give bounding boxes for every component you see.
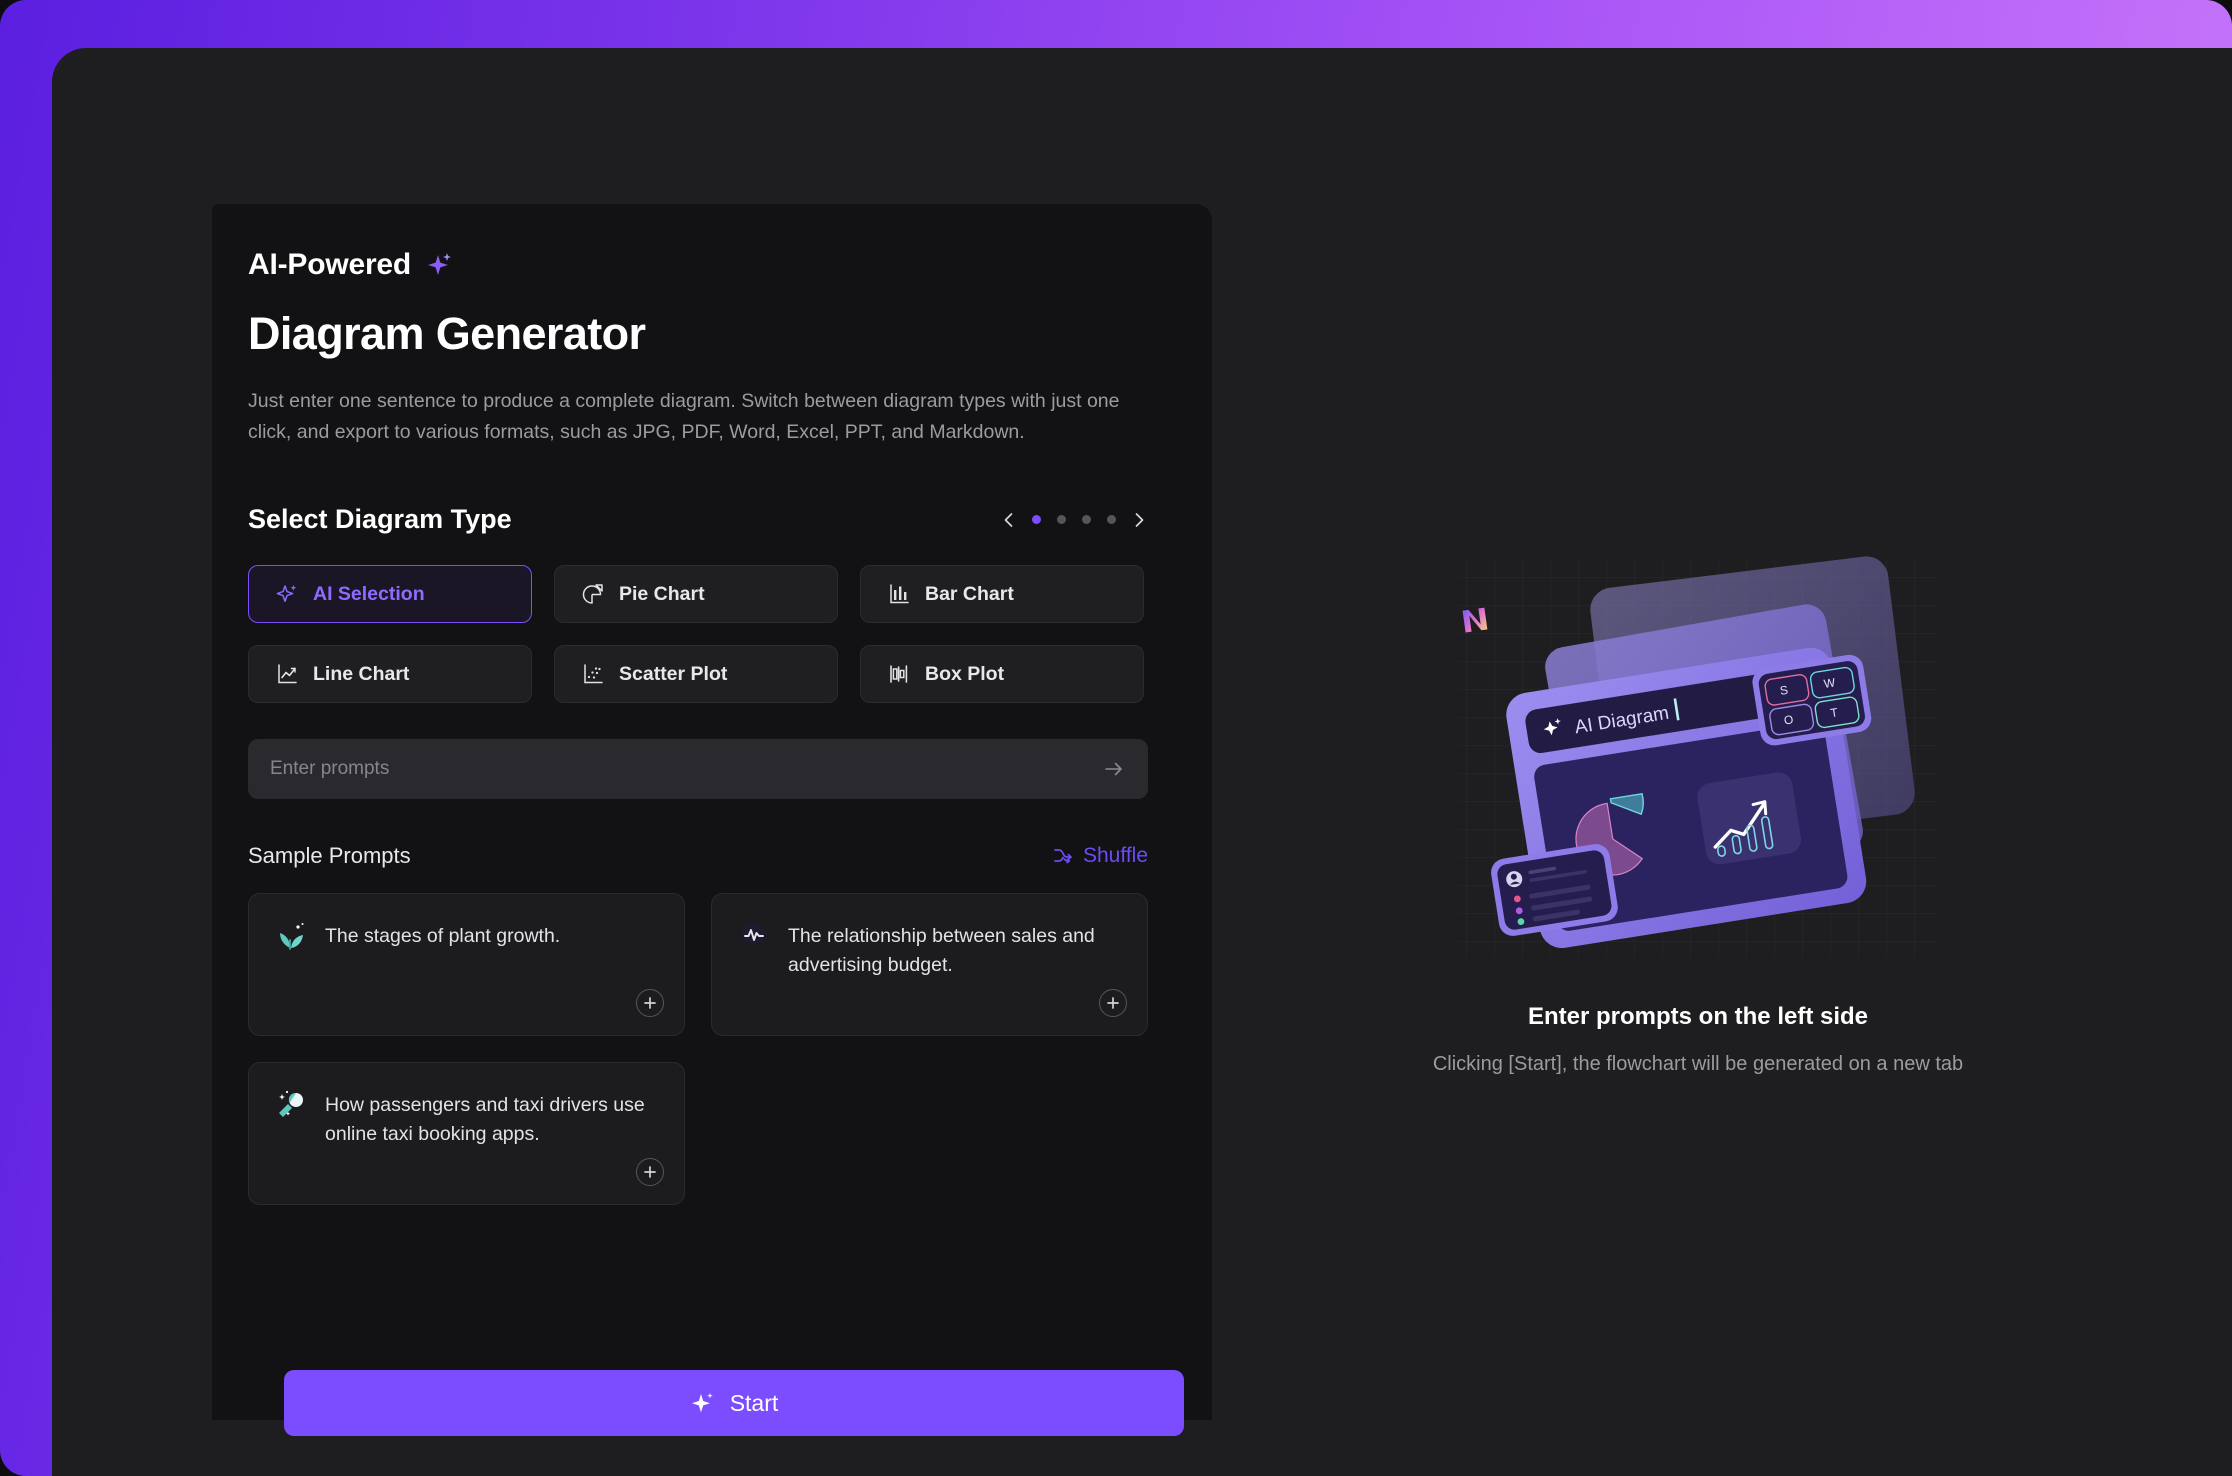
carousel-dot-4[interactable] xyxy=(1107,515,1116,524)
diagram-type-label: Line Chart xyxy=(313,662,410,685)
diagram-type-line-chart[interactable]: Line Chart xyxy=(248,645,532,703)
right-panel-subtitle: Clicking [Start], the flowchart will be … xyxy=(1432,1052,1964,1075)
prompt-input-container[interactable] xyxy=(248,739,1148,799)
sparkle-icon xyxy=(275,582,299,606)
diagram-type-pie-chart[interactable]: Pie Chart xyxy=(554,565,838,623)
start-button[interactable]: Start xyxy=(284,1370,1184,1436)
shuffle-button[interactable]: Shuffle xyxy=(1052,844,1148,868)
diagram-type-label: Box Plot xyxy=(925,662,1005,685)
pie-chart-icon xyxy=(581,582,605,606)
plus-circle-icon[interactable] xyxy=(636,989,664,1017)
diagram-type-label: Bar Chart xyxy=(925,582,1014,605)
diagram-type-ai-selection[interactable]: AI Selection xyxy=(248,565,532,623)
right-panel-title: Enter prompts on the left side xyxy=(1527,1002,1869,1030)
sample-prompt-text: The relationship between sales and adver… xyxy=(788,925,1095,976)
shuffle-icon xyxy=(1052,845,1074,867)
sample-prompt-text: The stages of plant growth. xyxy=(325,925,561,947)
left-panel-content: AI-Powered Diagram Generator Just enter … xyxy=(248,248,1184,1464)
left-panel: AI-Powered Diagram Generator Just enter … xyxy=(212,204,1212,1436)
chevron-left-icon[interactable] xyxy=(1000,511,1018,529)
diagram-type-label: Scatter Plot xyxy=(619,662,728,685)
sample-prompts-header: Sample Prompts Shuffle xyxy=(248,843,1148,869)
chart-bubble-icon xyxy=(736,918,772,954)
shuffle-label: Shuffle xyxy=(1083,844,1148,867)
diagram-type-box-plot[interactable]: Box Plot xyxy=(860,645,1144,703)
diagram-type-header: Select Diagram Type xyxy=(248,504,1148,535)
sample-prompt-card[interactable]: How passengers and taxi drivers use onli… xyxy=(248,1062,685,1205)
sparkle-icon xyxy=(421,248,455,282)
carousel-dots xyxy=(1032,515,1116,524)
diagram-type-bar-chart[interactable]: Bar Chart xyxy=(860,565,1144,623)
plus-circle-icon[interactable] xyxy=(1099,989,1127,1017)
sample-prompt-card[interactable]: The stages of plant growth. xyxy=(248,893,685,1036)
carousel-controls xyxy=(1000,511,1148,529)
section-title: Select Diagram Type xyxy=(248,504,512,534)
bar-chart-icon xyxy=(887,582,911,606)
app-gradient-frame: AI-Powered Diagram Generator Just enter … xyxy=(0,0,2232,1476)
start-button-label: Start xyxy=(729,1389,779,1416)
diagram-type-grid: AI Selection Pie Chart Bar Chart Line Ch… xyxy=(248,565,1148,703)
page-description: Just enter one sentence to produce a com… xyxy=(248,390,1120,443)
eyebrow-label: AI-Powered xyxy=(248,248,412,281)
sparkle-icon xyxy=(690,1390,716,1416)
diagram-type-scatter-plot[interactable]: Scatter Plot xyxy=(554,645,838,703)
carousel-dot-1[interactable] xyxy=(1032,515,1041,524)
sample-prompts-title: Sample Prompts xyxy=(248,843,411,868)
sample-prompt-card[interactable]: The relationship between sales and adver… xyxy=(711,893,1148,1036)
arrow-right-icon[interactable] xyxy=(1102,757,1126,781)
ai-diagram-illustration: AI Diagram S W O T xyxy=(1438,549,1958,989)
eyebrow: AI-Powered xyxy=(248,248,1176,282)
diagram-type-label: Pie Chart xyxy=(619,582,705,605)
right-panel: AI Diagram S W O T Enter prompts on the … xyxy=(1212,204,2184,1420)
box-plot-icon xyxy=(887,662,911,686)
sample-prompt-text: How passengers and taxi drivers use onli… xyxy=(325,1094,645,1145)
chevron-right-icon[interactable] xyxy=(1130,511,1148,529)
app-window: AI-Powered Diagram Generator Just enter … xyxy=(52,48,2232,1476)
scatter-plot-icon xyxy=(581,662,605,686)
plus-circle-icon[interactable] xyxy=(636,1158,664,1186)
magic-wand-icon xyxy=(273,1087,309,1123)
seedling-icon xyxy=(273,918,309,954)
diagram-type-label: AI Selection xyxy=(313,582,425,605)
prompt-input[interactable] xyxy=(270,758,1102,780)
carousel-dot-2[interactable] xyxy=(1057,515,1066,524)
page-title: Diagram Generator xyxy=(248,308,646,359)
sample-prompt-list: The stages of plant growth. The relation… xyxy=(248,893,1148,1205)
carousel-dot-3[interactable] xyxy=(1082,515,1091,524)
line-chart-icon xyxy=(275,662,299,686)
